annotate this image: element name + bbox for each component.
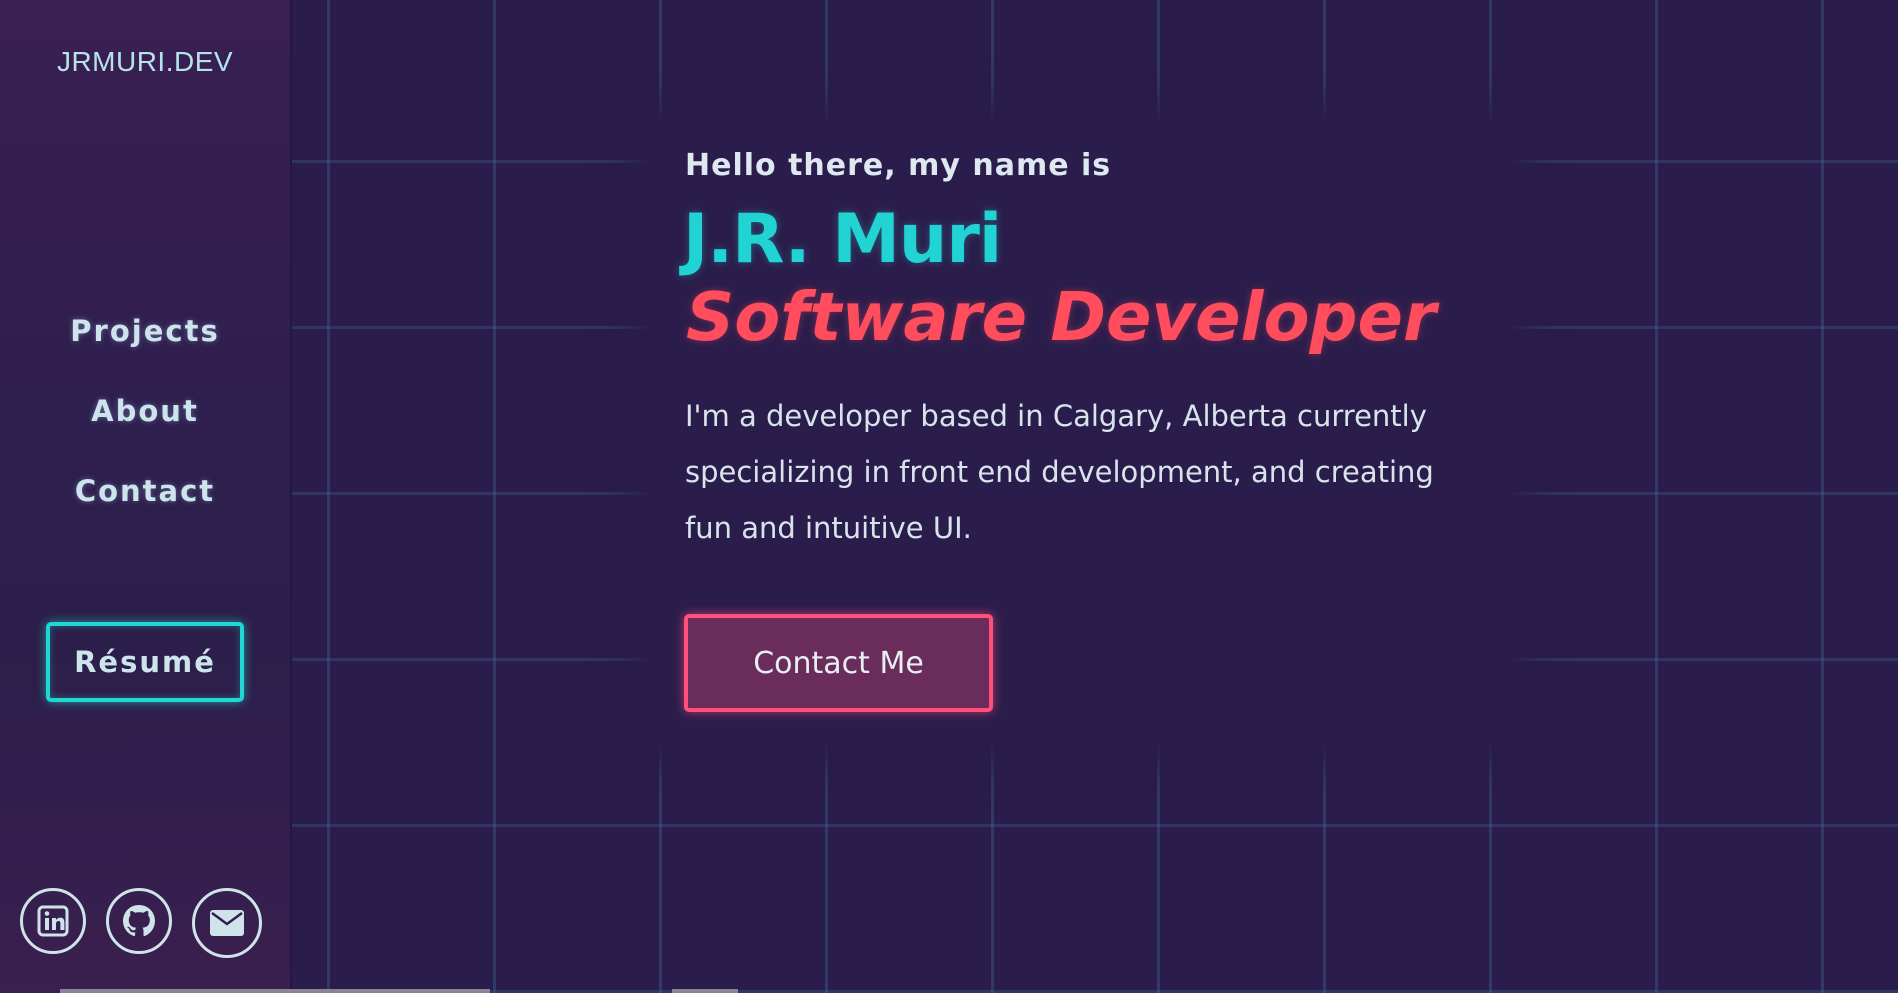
hero-name: J.R. Muri [683,200,1002,279]
social-links [20,888,262,958]
site-logo[interactable]: JRMURI.DEV [0,46,290,78]
hero-bio: I'm a developer based in Calgary, Albert… [685,399,1434,545]
scrollbar-segment [672,989,738,993]
github-icon [123,905,155,937]
contact-me-button[interactable]: Contact Me [684,614,993,712]
sidebar-nav: Projects About Contact [0,306,290,546]
greeting-text: Hello there, my name is [685,148,1112,183]
linkedin-link[interactable] [20,888,86,954]
mail-icon [210,910,244,936]
nav-item-projects[interactable]: Projects [0,306,290,386]
sidebar: JRMURI.DEV Projects About Contact Résumé [0,0,292,993]
hero-role: Software Developer [686,278,1436,356]
page: JRMURI.DEV Projects About Contact Résumé [0,0,1898,993]
linkedin-icon [37,905,69,937]
github-link[interactable] [106,888,172,954]
nav-item-about[interactable]: About [0,386,290,466]
resume-button[interactable]: Résumé [46,622,244,702]
scrollbar-track [60,989,490,993]
nav-item-contact[interactable]: Contact [0,466,290,546]
email-link[interactable] [192,888,262,958]
